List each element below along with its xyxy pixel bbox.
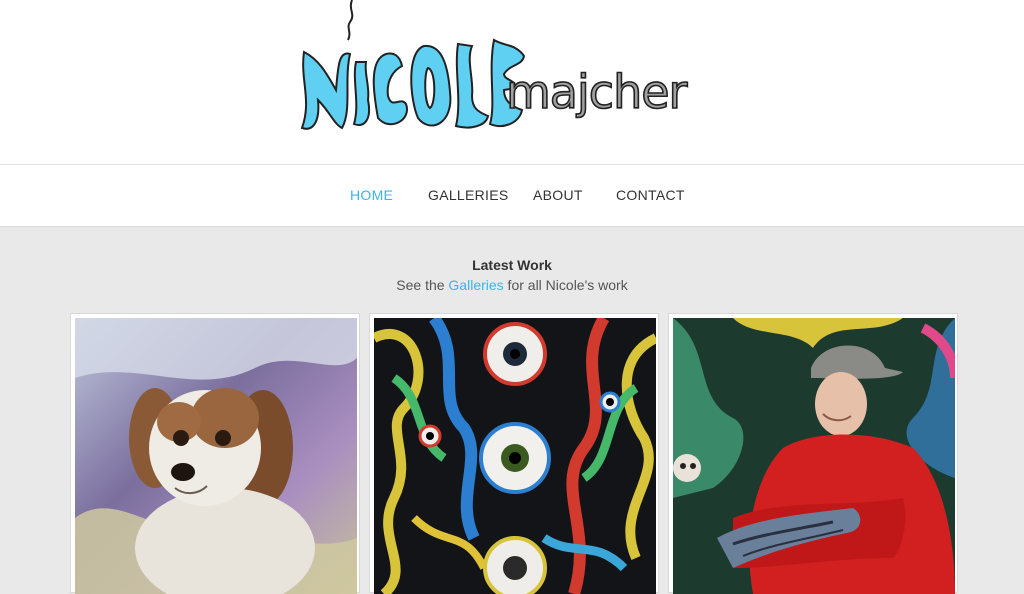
artwork-image-eyes[interactable] — [374, 318, 656, 594]
artwork-image-man[interactable] — [673, 318, 955, 594]
gallery-card-man[interactable] — [668, 313, 958, 594]
galleries-link[interactable]: Galleries — [448, 277, 503, 293]
nav-about[interactable]: ABOUT — [533, 187, 583, 203]
main-nav: HOME GALLERIES ABOUT CONTACT — [0, 165, 1024, 227]
site-header: majcher — [0, 0, 1024, 165]
site-logo[interactable]: majcher — [290, 0, 750, 150]
nav-galleries[interactable]: GALLERIES — [428, 187, 509, 203]
logo-text: majcher — [506, 65, 688, 119]
subtitle-prefix: See the — [396, 277, 449, 293]
latest-work-subtitle: See the Galleries for all Nicole's work — [0, 277, 1024, 293]
gallery-card-dog[interactable] — [70, 313, 360, 594]
nav-home[interactable]: HOME — [350, 187, 393, 203]
subtitle-suffix: for all Nicole's work — [503, 277, 628, 293]
latest-work-title: Latest Work — [472, 257, 552, 273]
nav-contact[interactable]: CONTACT — [616, 187, 685, 203]
gallery-card-eyes[interactable] — [369, 313, 659, 594]
artwork-image-dog[interactable] — [75, 318, 357, 594]
